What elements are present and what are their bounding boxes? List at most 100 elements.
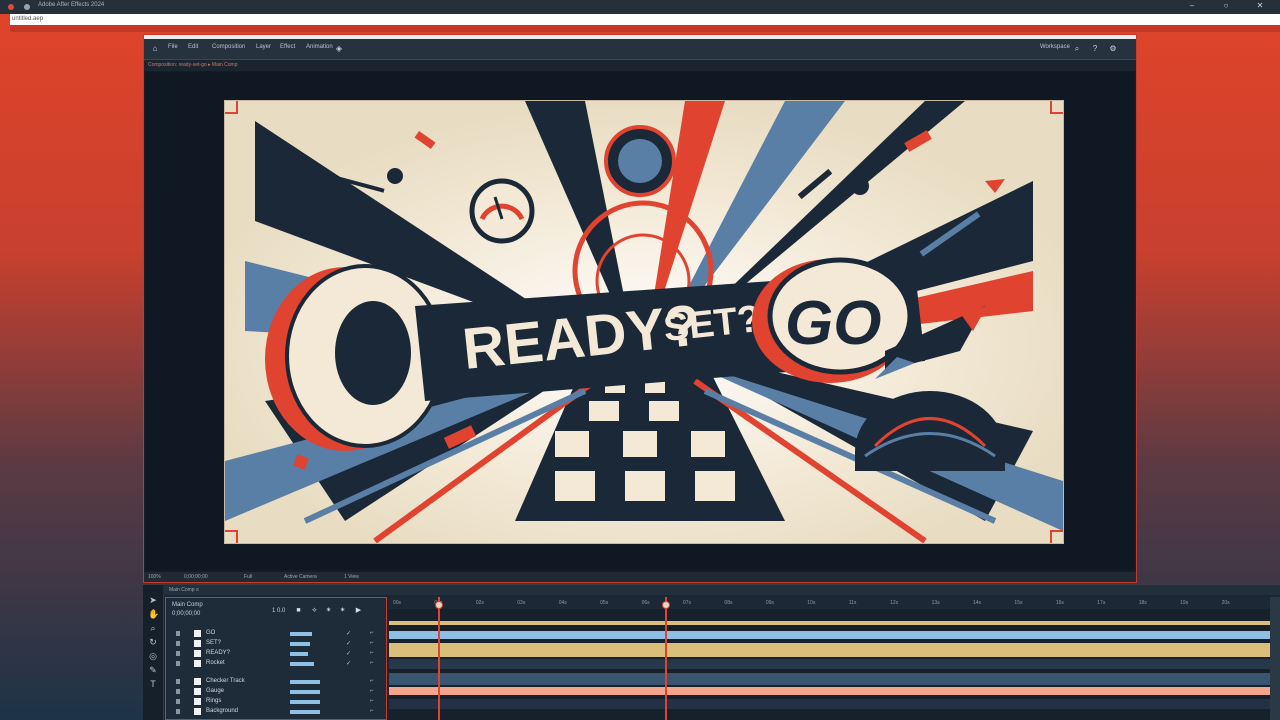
visibility-icon[interactable]	[176, 679, 180, 684]
playhead-handle[interactable]	[662, 601, 670, 609]
motion-blur-icon[interactable]: ✶	[324, 606, 333, 615]
address-bar[interactable]: untitled.aep	[10, 14, 1280, 25]
visibility-icon[interactable]	[176, 699, 180, 704]
hand-tool-icon[interactable]: ✋	[148, 609, 159, 619]
app-icon	[8, 4, 14, 10]
keyframe-marker[interactable]	[438, 597, 440, 720]
shield-icon[interactable]: ◈	[334, 44, 344, 54]
visibility-icon[interactable]	[176, 689, 180, 694]
help-icon[interactable]: ?	[1090, 44, 1100, 54]
gear-icon[interactable]: ⚙	[1108, 44, 1118, 54]
parent-icon[interactable]: ⌐	[370, 640, 374, 646]
layer-row[interactable]: Rings ⌐	[170, 698, 384, 706]
close-icon[interactable]: ✕	[1256, 2, 1264, 10]
ruler-tick-label: 14s	[973, 600, 982, 606]
composition-breadcrumb: Composition: ready-set-go ▸ Main Comp	[144, 60, 1136, 71]
breadcrumb-text: Composition: ready-set-go ▸ Main Comp	[148, 62, 238, 68]
layer-row[interactable]: Background ⌐	[170, 708, 384, 716]
workspace-button[interactable]: Workspace	[1040, 44, 1070, 50]
layer-label-bar	[290, 700, 320, 704]
layer-name: READY?	[206, 650, 231, 656]
keyframe-head[interactable]	[435, 601, 443, 609]
visibility-icon[interactable]	[176, 631, 180, 636]
views-dropdown[interactable]: 1 View	[344, 574, 359, 580]
track-bar[interactable]	[389, 621, 1270, 625]
layer-color-swatch	[194, 630, 201, 637]
switch-icon[interactable]: ✓	[346, 660, 351, 667]
current-time-indicator[interactable]	[665, 597, 667, 720]
ruler-tick-label: 03s	[517, 600, 526, 606]
track-bar[interactable]	[389, 673, 1270, 685]
ruler-tick-label: 04s	[558, 600, 567, 606]
menu-icon[interactable]	[24, 4, 30, 10]
text-tool-icon[interactable]: T	[148, 679, 158, 689]
visibility-icon[interactable]	[176, 651, 180, 656]
timeline-tab[interactable]: Main Comp ≡	[169, 587, 199, 593]
layer-row[interactable]: Gauge ⌐	[170, 688, 384, 696]
switch-icon[interactable]: ✓	[346, 640, 351, 647]
layer-row[interactable]: READY? ✓ ⌐	[170, 650, 384, 658]
track-bar[interactable]	[389, 631, 1270, 639]
parent-icon[interactable]: ⌐	[370, 698, 374, 704]
layer-name: GO	[206, 630, 216, 636]
timeline-tracks[interactable]: 00s01s02s03s04s05s06s07s08s09s10s11s12s1…	[389, 597, 1270, 720]
switch-icon[interactable]: ✓	[346, 650, 351, 657]
composition-viewer[interactable]: READY? SET? GO	[146, 72, 1134, 570]
current-time-display[interactable]: 0;00;00;00	[184, 574, 208, 580]
title-bar: Adobe After Effects 2024 – ○ ✕	[0, 0, 1280, 14]
graph-editor-icon[interactable]: ✶	[338, 606, 347, 615]
zoom-dropdown[interactable]: 100%	[148, 574, 161, 580]
visibility-icon[interactable]	[176, 661, 180, 666]
parent-icon[interactable]: ⌐	[370, 708, 374, 714]
track-bar[interactable]	[389, 643, 1270, 657]
stop-icon[interactable]: ■	[294, 606, 303, 615]
parent-icon[interactable]: ⌐	[370, 678, 374, 684]
header-band	[10, 25, 1280, 32]
comp-timecode[interactable]: 0;00;00;00	[172, 611, 200, 617]
search-icon[interactable]: ⌕	[1072, 44, 1082, 54]
menu-item-layer[interactable]: Layer	[256, 44, 271, 50]
resolution-dropdown[interactable]: Full	[244, 574, 252, 580]
visibility-icon[interactable]	[176, 641, 180, 646]
minimize-icon[interactable]: –	[1188, 2, 1196, 10]
parent-icon[interactable]: ⌐	[370, 660, 374, 666]
layer-label-bar	[290, 652, 308, 656]
ruler-tick-label: 17s	[1097, 600, 1106, 606]
layer-row[interactable]: Rocket ✓ ⌐	[170, 660, 384, 668]
maximize-icon[interactable]: ○	[1222, 2, 1230, 10]
play-icon[interactable]: ▶	[354, 606, 363, 615]
composition-artwork: READY? SET? GO	[224, 100, 1064, 544]
rotate-tool-icon[interactable]: ↻	[148, 637, 158, 647]
menu-item-file[interactable]: File	[168, 44, 178, 50]
layer-color-swatch	[194, 650, 201, 657]
home-icon[interactable]: ⌂	[150, 44, 160, 54]
track-bar[interactable]	[389, 659, 1270, 669]
shy-icon[interactable]: ⟡	[310, 606, 319, 615]
parent-icon[interactable]: ⌐	[370, 650, 374, 656]
camera-tool-icon[interactable]: ◎	[148, 651, 158, 661]
layer-name: Background	[206, 708, 239, 714]
timeline-panel: ➤ ✋ ⌕ ↻ ◎ ✎ T Main Comp ≡ Main Comp 0;00…	[143, 585, 1280, 720]
zoom-tool-icon[interactable]: ⌕	[148, 623, 158, 633]
menu-item-animation[interactable]: Animation	[306, 44, 333, 50]
ruler-tick-label: 07s	[683, 600, 692, 606]
track-bar[interactable]	[389, 699, 1270, 709]
selection-tool-icon[interactable]: ➤	[148, 595, 158, 605]
layer-row[interactable]: SET? ✓ ⌐	[170, 640, 384, 648]
camera-dropdown[interactable]: Active Camera	[284, 574, 317, 580]
pen-tool-icon[interactable]: ✎	[148, 665, 158, 675]
layer-name: SET?	[206, 640, 222, 646]
parent-icon[interactable]: ⌐	[370, 630, 374, 636]
visibility-icon[interactable]	[176, 709, 180, 714]
track-bar[interactable]	[389, 687, 1270, 695]
parent-icon[interactable]: ⌐	[370, 688, 374, 694]
layer-row[interactable]: Checker Track ⌐	[170, 678, 384, 686]
menu-item-effect[interactable]: Effect	[280, 44, 295, 50]
menu-item-edit[interactable]: Edit	[188, 44, 198, 50]
switch-icon[interactable]: ✓	[346, 630, 351, 637]
layer-color-swatch	[194, 660, 201, 667]
layer-row[interactable]: GO ✓ ⌐	[170, 630, 384, 638]
time-ruler[interactable]: 00s01s02s03s04s05s06s07s08s09s10s11s12s1…	[389, 597, 1270, 609]
timeline-scrollbar[interactable]	[1270, 597, 1280, 720]
menu-item-composition[interactable]: Composition	[212, 44, 245, 50]
